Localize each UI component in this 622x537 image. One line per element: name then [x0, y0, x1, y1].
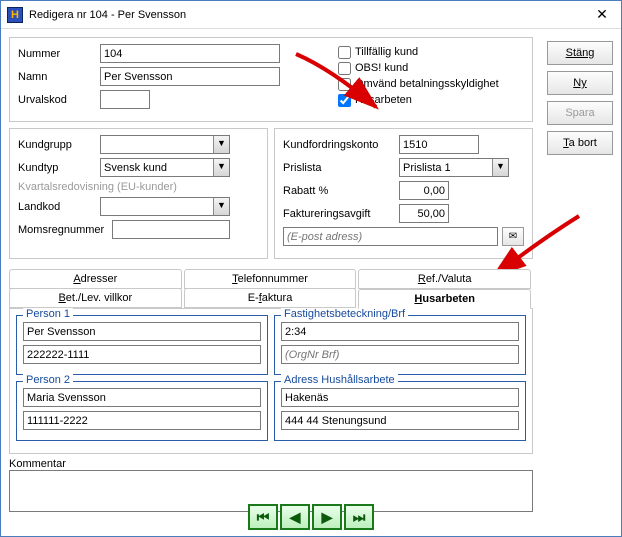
- chk-omvand-box[interactable]: [338, 78, 351, 91]
- person2-name-input[interactable]: [23, 388, 261, 407]
- kundtyp-combo[interactable]: Svensk kund ▼: [100, 158, 230, 177]
- right-group: Kundfordringskonto Prislista Prislista 1…: [274, 128, 533, 259]
- kundgrupp-combo[interactable]: ▼: [100, 135, 230, 154]
- fastighet-org-input[interactable]: [281, 345, 519, 364]
- stang-button[interactable]: Stäng: [547, 41, 613, 65]
- kvartal-label: Kvartalsredovisning (EU-kunder): [18, 181, 177, 193]
- chevron-down-icon: ▼: [213, 198, 229, 215]
- dialog-window: H Redigera nr 104 - Per Svensson ✕ Stäng…: [0, 0, 622, 537]
- fieldset-adress: Adress Hushållsarbete: [274, 381, 526, 441]
- titlebar: H Redigera nr 104 - Per Svensson ✕: [1, 1, 621, 29]
- adress-legend: Adress Hushållsarbete: [281, 374, 398, 386]
- chk-tillfallig-box[interactable]: [338, 46, 351, 59]
- nummer-label: Nummer: [18, 48, 96, 60]
- adress-2-input[interactable]: [281, 411, 519, 430]
- chk-omvand[interactable]: Omvänd betalningsskyldighet: [338, 76, 524, 92]
- momsreg-label: Momsregnummer: [18, 224, 108, 236]
- person1-name-input[interactable]: [23, 322, 261, 341]
- rabatt-label: Rabatt %: [283, 185, 395, 197]
- tabpanel-husarbeten: Person 1 Person 2: [9, 308, 533, 454]
- prislista-label: Prislista: [283, 162, 395, 174]
- tab-telefonnummer[interactable]: Telefonnummer: [184, 269, 357, 289]
- mid-groups: Kundgrupp ▼ Kundtyp Svensk kund ▼: [9, 128, 533, 259]
- person1-legend: Person 1: [23, 308, 73, 320]
- nav-next-button[interactable]: ▶: [312, 504, 342, 530]
- fieldset-person2: Person 2: [16, 381, 268, 441]
- landkod-label: Landkod: [18, 201, 96, 213]
- person2-pnr-input[interactable]: [23, 411, 261, 430]
- nav-prev-button[interactable]: ◀: [280, 504, 310, 530]
- tab-refvaluta[interactable]: Ref./Valuta: [358, 269, 531, 289]
- chk-husarbeten-box[interactable]: [338, 94, 351, 107]
- adress-1-input[interactable]: [281, 388, 519, 407]
- nummer-input[interactable]: [100, 44, 280, 63]
- tab-adresser[interactable]: Adresser: [9, 269, 182, 289]
- chk-husarbeten[interactable]: Husarbeten: [338, 92, 524, 108]
- fakturering-label: Faktureringsavgift: [283, 208, 395, 220]
- nav-last-button[interactable]: ⏭: [344, 504, 374, 530]
- prev-icon: ◀: [290, 509, 301, 526]
- top-right: Tillfällig kund OBS! kund Omvänd betalni…: [298, 44, 524, 113]
- kundtyp-label: Kundtyp: [18, 162, 96, 174]
- momsreg-input[interactable]: [112, 220, 230, 239]
- urvalskod-input[interactable]: [100, 90, 150, 109]
- fieldset-fastighet: Fastighetsbeteckning/Brf: [274, 315, 526, 375]
- tabrow-1: Adresser Telefonnummer Ref./Valuta: [9, 269, 533, 289]
- app-icon: H: [7, 7, 23, 23]
- side-buttons: Stäng Ny Spara Ta bort: [547, 41, 613, 155]
- kundfordring-input[interactable]: [399, 135, 479, 154]
- first-icon: ⏮: [257, 509, 270, 526]
- fastighet-legend: Fastighetsbeteckning/Brf: [281, 308, 408, 320]
- next-icon: ▶: [322, 509, 333, 526]
- chevron-down-icon: ▼: [213, 136, 229, 153]
- top-group: Nummer Namn Urvalskod Tillfällig kund OB…: [9, 37, 533, 122]
- fastighet-input[interactable]: [281, 322, 519, 341]
- kommentar-label: Kommentar: [9, 458, 533, 470]
- tabs: Adresser Telefonnummer Ref./Valuta Bet./…: [9, 269, 533, 454]
- tabort-button[interactable]: Ta bort: [547, 131, 613, 155]
- window-title: Redigera nr 104 - Per Svensson: [29, 9, 589, 21]
- chk-obs-box[interactable]: [338, 62, 351, 75]
- content-area: Stäng Ny Spara Ta bort Nummer Namn: [1, 29, 621, 536]
- rabatt-input[interactable]: [399, 181, 449, 200]
- urvalskod-label: Urvalskod: [18, 94, 96, 106]
- tab-husarbeten[interactable]: Husarbeten: [358, 289, 531, 309]
- landkod-combo[interactable]: ▼: [100, 197, 230, 216]
- person2-legend: Person 2: [23, 374, 73, 386]
- chk-tillfallig[interactable]: Tillfällig kund: [338, 44, 524, 60]
- record-nav: ⏮ ◀ ▶ ⏭: [1, 504, 621, 530]
- left-group: Kundgrupp ▼ Kundtyp Svensk kund ▼: [9, 128, 268, 259]
- ny-button[interactable]: Ny: [547, 71, 613, 95]
- spara-button: Spara: [547, 101, 613, 125]
- last-icon: ⏭: [353, 509, 366, 526]
- kundgrupp-label: Kundgrupp: [18, 139, 96, 151]
- chevron-down-icon: ▼: [213, 159, 229, 176]
- main-area: Nummer Namn Urvalskod Tillfällig kund OB…: [9, 37, 533, 515]
- tabrow-2: Bet./Lev. villkor E-faktura Husarbeten: [9, 288, 533, 308]
- tab-efaktura[interactable]: E-faktura: [184, 288, 357, 308]
- fakturering-input[interactable]: [399, 204, 449, 223]
- person1-pnr-input[interactable]: [23, 345, 261, 364]
- chevron-down-icon: ▼: [492, 159, 508, 176]
- namn-input[interactable]: [100, 67, 280, 86]
- tab-betlev[interactable]: Bet./Lev. villkor: [9, 288, 182, 308]
- fieldset-person1: Person 1: [16, 315, 268, 375]
- epost-input[interactable]: [283, 227, 498, 246]
- kundfordring-label: Kundfordringskonto: [283, 139, 395, 151]
- chk-obs[interactable]: OBS! kund: [338, 60, 524, 76]
- top-left: Nummer Namn Urvalskod: [18, 44, 298, 113]
- prislista-combo[interactable]: Prislista 1 ▼: [399, 158, 509, 177]
- mail-button[interactable]: ✉: [502, 227, 524, 246]
- namn-label: Namn: [18, 71, 96, 83]
- nav-first-button[interactable]: ⏮: [248, 504, 278, 530]
- close-icon[interactable]: ✕: [589, 5, 615, 25]
